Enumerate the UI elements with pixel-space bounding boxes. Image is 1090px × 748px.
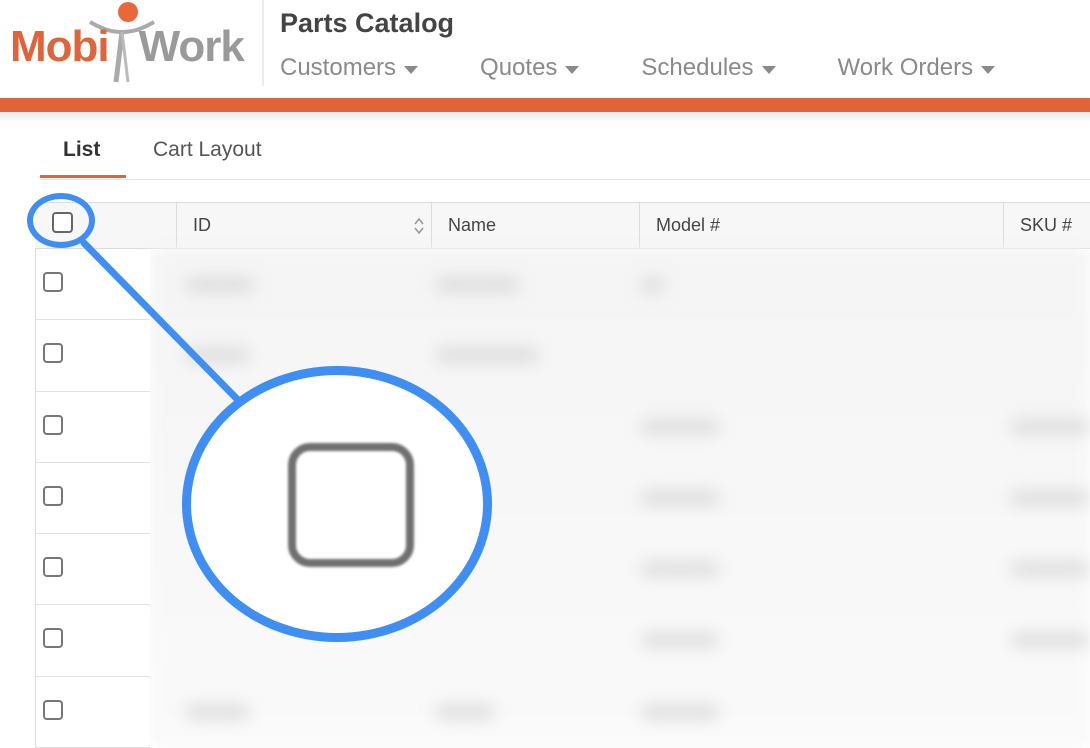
mobiwork-logo[interactable]: Mobi Work [0, 0, 262, 98]
sort-icon[interactable] [413, 216, 425, 236]
column-header-id-label: ID [193, 215, 211, 235]
table-row[interactable] [35, 320, 1090, 392]
nav-quotes-label: Quotes [480, 54, 558, 81]
tab-list[interactable]: List [63, 138, 100, 162]
row-checkbox[interactable] [43, 557, 63, 578]
nav-schedules[interactable]: Schedules [641, 54, 776, 82]
header-shadow [0, 112, 1090, 122]
nav-customers[interactable]: Customers [280, 54, 419, 82]
tab-cart-layout[interactable]: Cart Layout [153, 138, 262, 162]
callout-zoom-circle [182, 366, 492, 642]
header-divider [262, 0, 264, 86]
callout-highlight-ring [27, 193, 95, 248]
column-header-id[interactable]: ID [176, 203, 431, 248]
table-header: ID Name Model # SKU # [35, 202, 1090, 249]
column-header-model[interactable]: Model # [639, 203, 1003, 248]
zoomed-checkbox-icon [288, 443, 414, 567]
logo-text-work: Work [138, 22, 245, 71]
main-nav: Customers Quotes Schedules Work Orders [280, 54, 996, 82]
chevron-down-icon [981, 65, 996, 74]
app-header: Mobi Work Parts Catalog Customers Quotes … [0, 0, 1090, 98]
active-tab-indicator [40, 175, 126, 178]
nav-schedules-label: Schedules [641, 54, 754, 81]
column-header-name-label: Name [448, 215, 497, 235]
logo-dot-icon [118, 2, 138, 22]
row-checkbox[interactable] [43, 485, 63, 506]
view-tabs: List Cart Layout [40, 128, 1090, 180]
row-checkbox[interactable] [43, 414, 63, 435]
column-header-model-label: Model # [656, 215, 721, 235]
table-row[interactable] [35, 605, 1090, 677]
nav-work-orders[interactable]: Work Orders [838, 54, 996, 82]
logo-text-mobi: Mobi [10, 22, 110, 71]
column-header-sku[interactable]: SKU # [1003, 203, 1090, 248]
chevron-down-icon [761, 65, 776, 74]
table-row[interactable] [35, 249, 1090, 321]
nav-quotes[interactable]: Quotes [480, 54, 580, 82]
nav-work-orders-label: Work Orders [837, 54, 974, 81]
header-accent-bar [0, 98, 1090, 112]
table-row[interactable] [35, 676, 1090, 748]
nav-customers-label: Customers [280, 54, 397, 81]
row-checkbox[interactable] [43, 628, 63, 649]
chevron-down-icon [404, 65, 419, 74]
row-checkbox[interactable] [43, 272, 63, 292]
chevron-down-icon [565, 65, 580, 74]
row-checkbox[interactable] [43, 343, 63, 364]
column-header-name[interactable]: Name [431, 203, 639, 248]
column-header-sku-label: SKU # [1020, 215, 1073, 235]
page-title: Parts Catalog [280, 8, 455, 38]
row-checkbox[interactable] [43, 699, 63, 720]
